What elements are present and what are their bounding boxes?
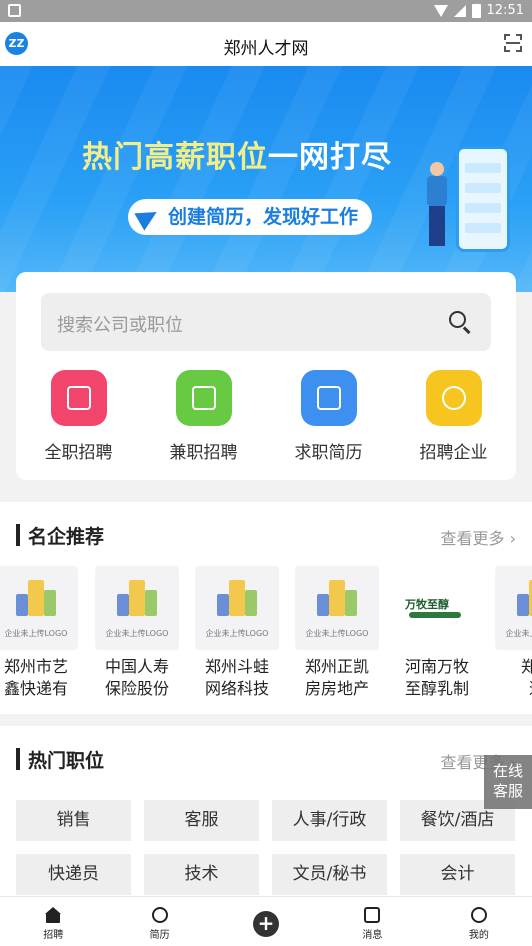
category-full-time[interactable]: 全职招聘 <box>29 370 129 463</box>
category-companies[interactable]: 招聘企业 <box>404 370 504 463</box>
tab-label: 消息 <box>362 930 383 941</box>
job-tag[interactable]: 客服 <box>144 800 259 841</box>
phone-illustration <box>456 146 510 252</box>
scan-icon[interactable] <box>504 34 522 52</box>
company-name: 郑州斗蛙 网络科技 <box>204 657 269 698</box>
tab-profile[interactable]: 我的 <box>426 897 532 946</box>
smile-icon <box>470 907 487 923</box>
featured-companies-section: 名企推荐 查看更多 › 企业未上传LOGO 郑州市艺 鑫快递有 企业未上传LOG… <box>0 502 532 714</box>
section-title: 名企推荐 <box>16 524 104 548</box>
company-card[interactable]: 企业未上传LOGO 中国人寿 保险股份 <box>95 566 179 700</box>
company-name: 中国人寿 保险股份 <box>104 657 169 698</box>
message-icon <box>364 907 381 923</box>
paper-plane-icon <box>134 203 162 231</box>
company-card[interactable]: 企业未上传LOGO 郑州正凯 房房地产 <box>295 566 379 700</box>
company-logo-placeholder: 企业未上传LOGO <box>95 566 179 650</box>
company-logo-placeholder: 企业未上传LOGO <box>295 566 379 650</box>
battery-icon <box>471 3 481 18</box>
category-label: 招聘企业 <box>419 443 488 463</box>
company-logo-placeholder: 企业未上传LOGO <box>195 566 279 650</box>
category-label: 全职招聘 <box>44 443 113 463</box>
job-tag[interactable]: 文员/秘书 <box>272 854 387 895</box>
app-title: 郑州人才网 <box>223 39 309 59</box>
job-tag[interactable]: 人事/行政 <box>272 800 387 841</box>
company-name: 郑州正凯 房房地产 <box>304 657 369 698</box>
search-input[interactable]: 搜索公司或职位 <box>41 293 491 351</box>
job-tag[interactable]: 销售 <box>16 800 131 841</box>
job-tag[interactable]: 技术 <box>144 854 259 895</box>
tab-label: 简历 <box>149 930 170 941</box>
company-logo-placeholder: 企业未上传LOGO <box>0 566 78 650</box>
status-icons: 12:51 <box>433 3 524 18</box>
job-tag-grid: 销售 客服 人事/行政 餐饮/酒店 快递员 技术 文员/秘书 会计 <box>16 800 516 895</box>
status-time: 12:51 <box>486 3 524 18</box>
medal-icon <box>425 370 482 426</box>
company-card[interactable]: 企业未上传LOGO 郑州斗蛙 网络科技 <box>195 566 279 700</box>
category-label: 兼职招聘 <box>169 443 238 463</box>
tab-jobs[interactable]: 招聘 <box>0 897 106 946</box>
notification-icon <box>8 4 21 17</box>
bottom-tab-bar: 招聘 简历 + 消息 我的 <box>0 896 532 946</box>
wifi-icon <box>433 4 448 17</box>
banner-slogan: 创建简历，发现好工作 <box>128 199 373 235</box>
category-resumes[interactable]: 求职简历 <box>279 370 379 463</box>
company-card[interactable]: 企业未上传LOGO 郑州 逸 <box>495 566 532 700</box>
tab-resume[interactable]: 简历 <box>106 897 212 946</box>
job-tag[interactable]: 快递员 <box>16 854 131 895</box>
tab-label: 招聘 <box>43 930 64 941</box>
job-tag[interactable]: 会计 <box>400 854 515 895</box>
service-label: 在线 <box>492 762 523 780</box>
resume-icon <box>300 370 357 426</box>
banner-headline: 热门高薪职位一网打尽 <box>82 140 392 175</box>
category-part-time[interactable]: 兼职招聘 <box>154 370 254 463</box>
company-name: 郑州 逸 <box>520 657 532 698</box>
plus-icon: + <box>253 911 280 937</box>
search-icon[interactable] <box>449 311 471 334</box>
home-icon <box>45 907 62 923</box>
featured-more-link[interactable]: 查看更多 › <box>441 525 517 549</box>
online-service-button[interactable]: 在线 客服 <box>484 755 532 809</box>
clock-icon <box>151 907 168 923</box>
person-illustration <box>424 162 450 248</box>
service-label: 客服 <box>492 782 523 800</box>
briefcase-icon <box>50 370 107 426</box>
search-placeholder: 搜索公司或职位 <box>57 315 183 336</box>
tab-label: 我的 <box>468 930 489 941</box>
company-card[interactable]: 企业未上传LOGO 郑州市艺 鑫快递有 <box>0 566 78 700</box>
company-carousel[interactable]: 企业未上传LOGO 郑州市艺 鑫快递有 企业未上传LOGO 中国人寿 保险股份 … <box>0 566 532 706</box>
hot-jobs-section: 热门职位 查看更多 › 销售 客服 人事/行政 餐饮/酒店 快递员 技术 文员/… <box>0 726 532 896</box>
section-title: 热门职位 <box>16 748 104 772</box>
tab-messages[interactable]: 消息 <box>319 897 425 946</box>
category-row: 全职招聘 兼职招聘 求职简历 招聘企业 <box>16 370 516 463</box>
status-bar: 12:51 <box>0 0 532 22</box>
signal-icon <box>453 4 466 17</box>
category-label: 求职简历 <box>294 443 363 463</box>
tab-publish[interactable]: + <box>213 897 319 946</box>
company-card[interactable]: 万牧至醇 河南万牧 至醇乳制 <box>395 566 479 700</box>
quick-entry-card: 搜索公司或职位 全职招聘 兼职招聘 求职简历 招聘企业 <box>16 272 516 480</box>
app-bar: ZZ 郑州人才网 <box>0 22 532 66</box>
document-clock-icon <box>175 370 232 426</box>
promo-banner[interactable]: 热门高薪职位一网打尽 创建简历，发现好工作 <box>0 66 532 292</box>
company-logo-placeholder: 企业未上传LOGO <box>495 566 532 650</box>
company-name: 河南万牧 至醇乳制 <box>404 657 469 698</box>
company-logo: 万牧至醇 <box>395 566 479 650</box>
company-name: 郑州市艺 鑫快递有 <box>3 657 68 698</box>
